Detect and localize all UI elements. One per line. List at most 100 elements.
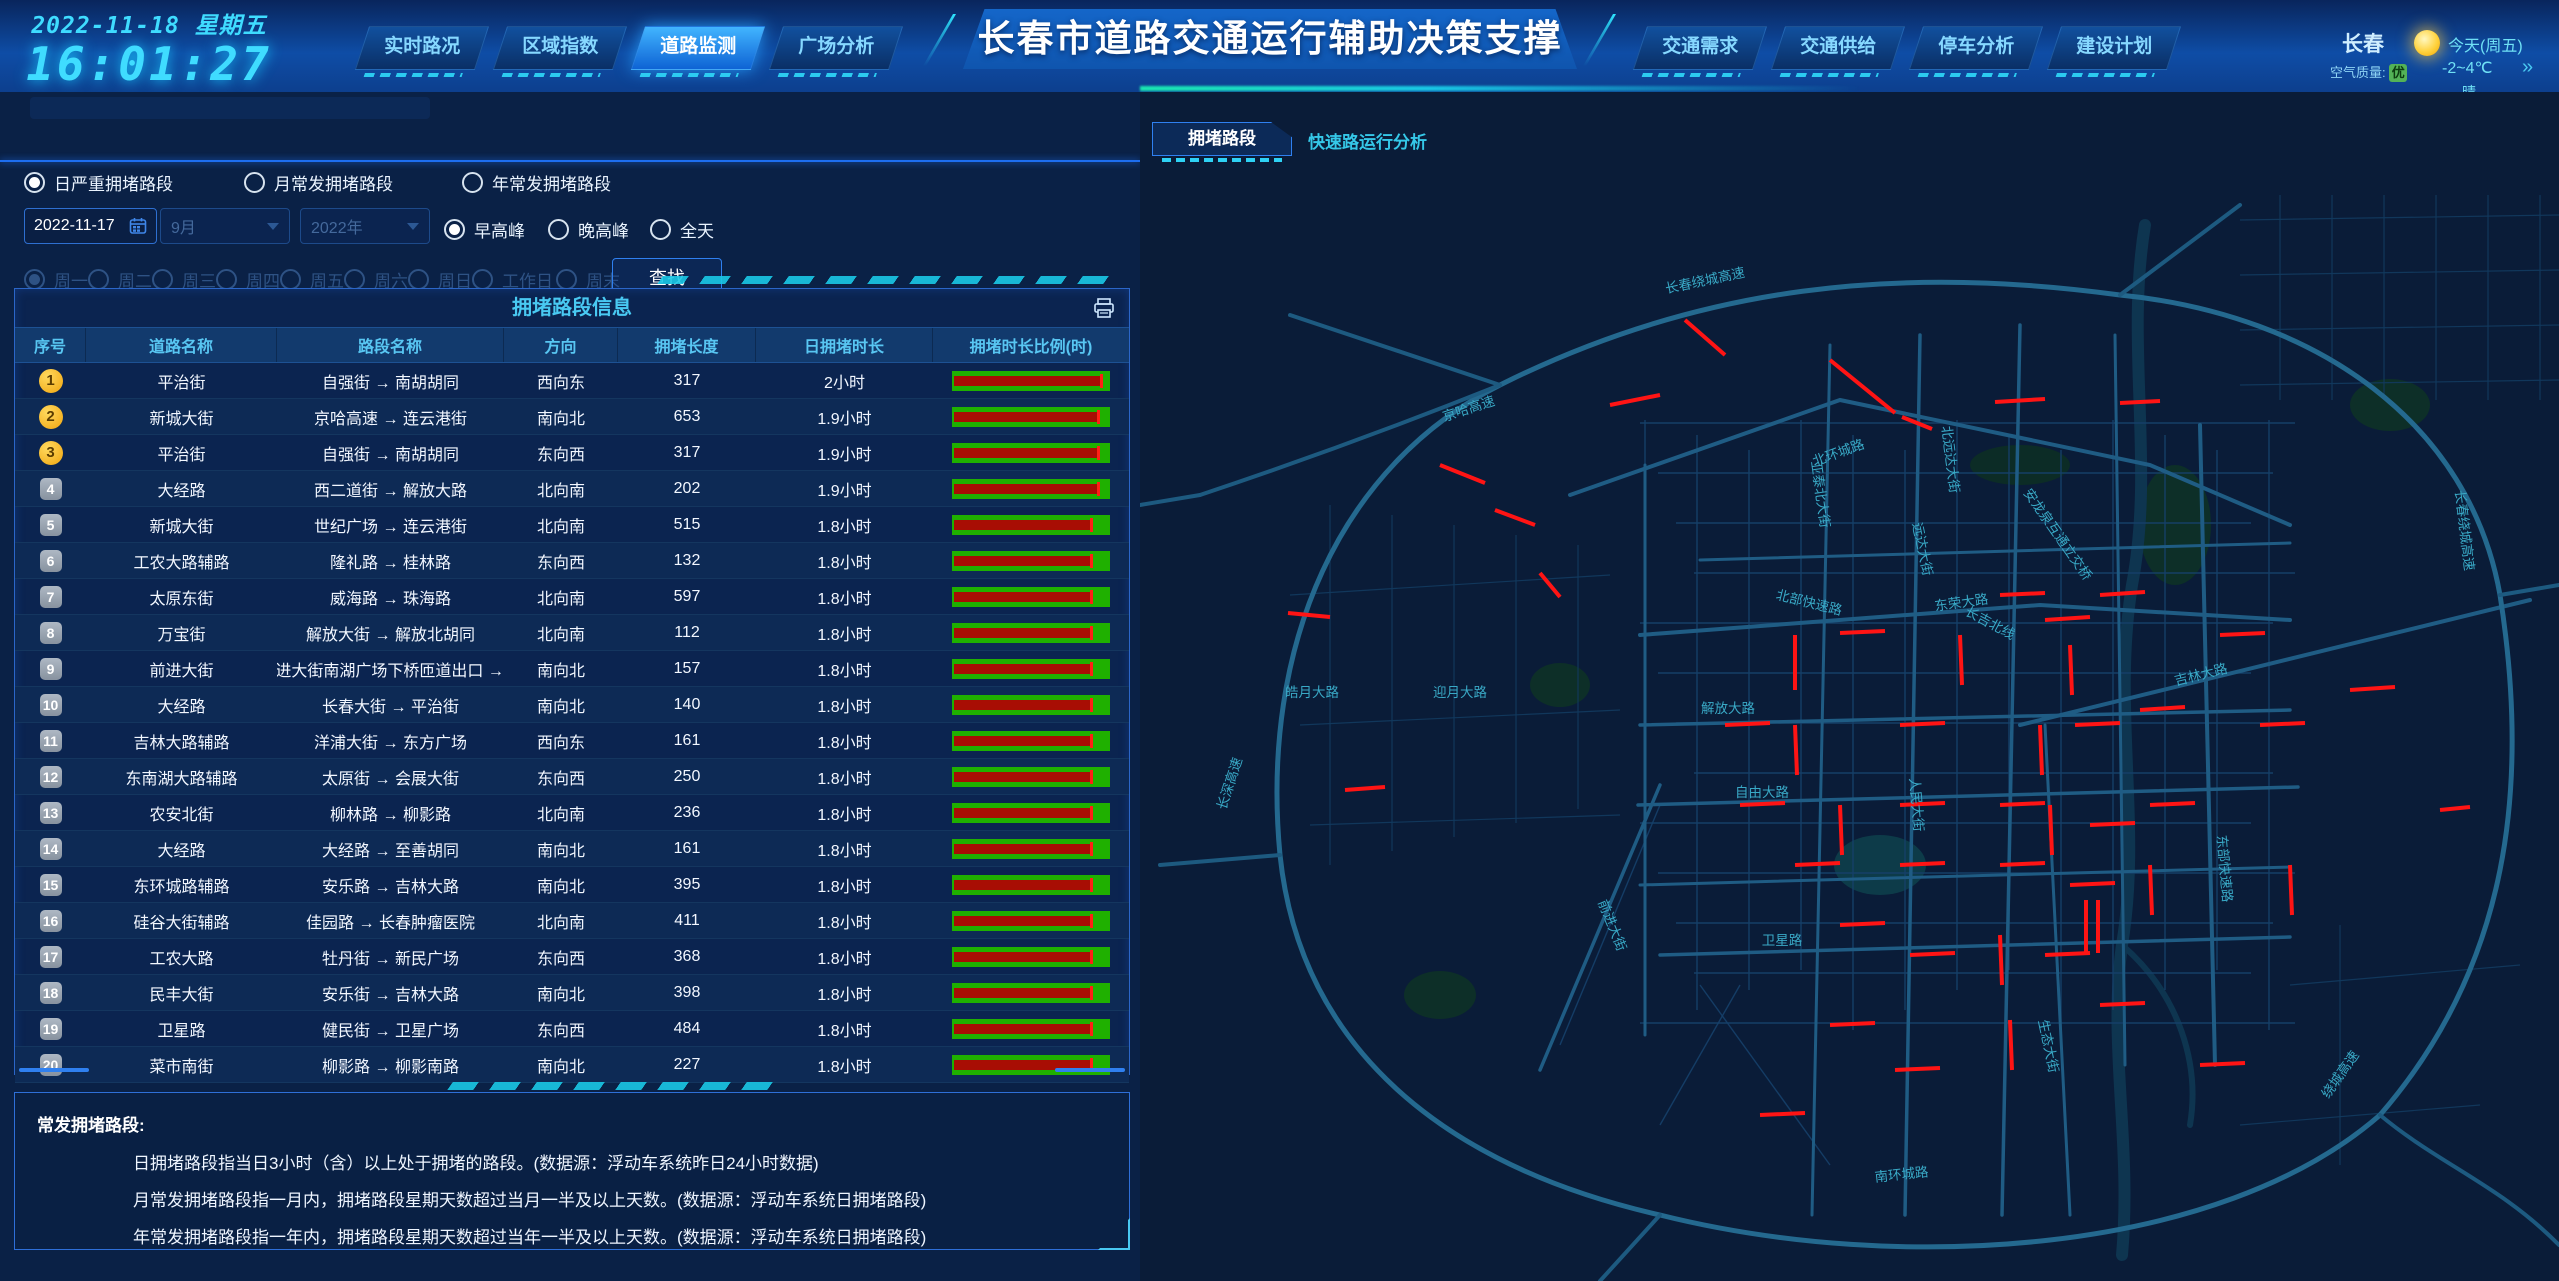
table-row[interactable]: 17工农大路牡丹街 → 新民广场东向西3681.8小时 xyxy=(15,939,1129,975)
nav-tab-交通供给[interactable]: 交通供给 xyxy=(1771,26,1905,70)
table-row[interactable]: 9前进大街前进大街南湖广场下桥匝道出口 → ...南向北1571.8小时 xyxy=(15,651,1129,687)
nav-tab-实时路况[interactable]: 实时路况 xyxy=(355,26,489,70)
radio-period-日严重拥堵路段[interactable]: 日严重拥堵路段 xyxy=(24,170,173,195)
cell-rank: 20 xyxy=(15,1054,86,1076)
date-picker[interactable]: 2022-11-17 xyxy=(24,208,157,244)
weather-more-arrow[interactable]: » xyxy=(2522,56,2533,79)
congestion-segment xyxy=(1900,723,1945,725)
cell-ratio xyxy=(933,911,1129,931)
cell-duration: 1.8小时 xyxy=(756,837,933,861)
table-row[interactable]: 14大经路大经路 → 至善胡同南向北1611.8小时 xyxy=(15,831,1129,867)
table-row[interactable]: 11吉林大路辅路洋浦大街 → 东方广场西向东1611.8小时 xyxy=(15,723,1129,759)
road-label: 南环城路 xyxy=(1874,1164,1930,1185)
radio-peak-全天[interactable]: 全天 xyxy=(650,217,714,242)
ratio-bar-cap xyxy=(1090,842,1093,856)
congestion-ratio-bar xyxy=(952,767,1110,787)
congestion-ratio-bar xyxy=(952,587,1110,607)
printer-icon[interactable] xyxy=(1093,297,1115,319)
table-row[interactable]: 12东南湖大路辅路太原街 → 会展大街东向西2501.8小时 xyxy=(15,759,1129,795)
datetime-block: 2022-11-18 星期五 16:01:27 xyxy=(24,6,274,88)
nav-tab-停车分析[interactable]: 停车分析 xyxy=(1909,26,2043,70)
header-glow-strip xyxy=(1140,86,1860,91)
radio-icon xyxy=(462,172,483,193)
radio-peak-晚高峰[interactable]: 晚高峰 xyxy=(548,217,629,242)
ratio-bar-fill xyxy=(954,664,1093,674)
weather-day: 今天(周五) xyxy=(2448,32,2523,56)
cell-segment: 大经路 → 至善胡同 xyxy=(277,837,504,861)
radio-label: 晚高峰 xyxy=(578,217,629,242)
radio-period-年常发拥堵路段[interactable]: 年常发拥堵路段 xyxy=(462,170,611,195)
month-select[interactable]: 9月 xyxy=(160,208,290,244)
decor-strip xyxy=(30,97,430,119)
table-row[interactable]: 16硅谷大街辅路佳园路 → 长春肿瘤医院北向南4111.8小时 xyxy=(15,903,1129,939)
cell-rank: 10 xyxy=(15,694,86,716)
tab-expressway-analysis[interactable]: 快速路运行分析 xyxy=(1308,128,1427,153)
cell-rank: 17 xyxy=(15,946,86,968)
tab-label: 广场分析 xyxy=(777,27,895,67)
table-row[interactable]: 4大经路西二道街 → 解放大路北向南2021.9小时 xyxy=(15,471,1129,507)
city-traffic-map[interactable]: 北环城路亚泰北大街北远达大街远达大街东荣大路北部快速路长吉北线安龙泉互通立交桥长… xyxy=(1140,165,2559,1281)
congestion-segment xyxy=(2000,593,2045,595)
year-select[interactable]: 2022年 xyxy=(300,208,430,244)
ratio-bar-fill xyxy=(954,736,1093,746)
table-row[interactable]: 1平治街自强街 → 南胡胡同西向东3172小时 xyxy=(15,363,1129,399)
cell-duration: 1.8小时 xyxy=(756,693,933,717)
congestion-ratio-bar xyxy=(952,1019,1110,1039)
congestion-segment xyxy=(1795,863,1840,865)
congestion-segment xyxy=(1960,635,1962,685)
table-row[interactable]: 6工农大路辅路隆礼路 → 桂林路东向西1321.8小时 xyxy=(15,543,1129,579)
scrollbar-hint-right[interactable] xyxy=(1055,1068,1125,1072)
scrollbar-hint-left[interactable] xyxy=(19,1068,89,1072)
ratio-bar-fill xyxy=(954,880,1093,890)
cell-rank: 8 xyxy=(15,622,86,644)
column-header: 序号 xyxy=(15,328,86,362)
congestion-segment xyxy=(2260,723,2305,725)
cell-segment: 太原街 → 会展大街 xyxy=(277,765,504,789)
rank-badge: 15 xyxy=(40,874,62,896)
nav-tab-广场分析[interactable]: 广场分析 xyxy=(769,26,903,70)
congestion-ratio-bar xyxy=(952,875,1110,895)
ratio-bar-cap xyxy=(1090,806,1093,820)
rank-badge: 6 xyxy=(40,550,62,572)
radio-period-月常发拥堵路段[interactable]: 月常发拥堵路段 xyxy=(244,170,393,195)
nav-tab-区域指数[interactable]: 区域指数 xyxy=(493,26,627,70)
tab-congested-segments[interactable]: 拥堵路段 xyxy=(1152,122,1292,156)
table-row[interactable]: 10大经路长春大街 → 平治街南向北1401.8小时 xyxy=(15,687,1129,723)
cell-ratio xyxy=(933,695,1129,715)
nav-tab-建设计划[interactable]: 建设计划 xyxy=(2047,26,2181,70)
street xyxy=(2240,270,2559,275)
ratio-bar-cap xyxy=(1090,698,1093,712)
nav-tab-道路监测[interactable]: 道路监测 xyxy=(631,26,765,70)
cell-ratio xyxy=(933,875,1129,895)
cell-direction: 东向西 xyxy=(504,765,618,789)
table-row[interactable]: 15东环城路辅路安乐路 → 吉林大路南向北3951.8小时 xyxy=(15,867,1129,903)
congestion-ratio-bar xyxy=(952,443,1110,463)
road-label: 长深高速 xyxy=(1213,755,1245,811)
table-row[interactable]: 20菜市南街柳影路 → 柳影南路南向北2271.8小时 xyxy=(15,1047,1129,1083)
table-row[interactable]: 2新城大街京哈高速 → 连云港街南向北6531.9小时 xyxy=(15,399,1129,435)
cell-length: 161 xyxy=(618,840,756,858)
decor-streak xyxy=(1583,14,1616,66)
ratio-bar-fill xyxy=(954,916,1093,926)
table-row[interactable]: 13农安北街柳林路 → 柳影路北向南2361.8小时 xyxy=(15,795,1129,831)
decor-dashes xyxy=(2056,73,2155,77)
table-row[interactable]: 8万宝街解放大街 → 解放北胡同北向南1121.8小时 xyxy=(15,615,1129,651)
table-row[interactable]: 18民丰大街安乐街 → 吉林大路南向北3981.8小时 xyxy=(15,975,1129,1011)
cell-length: 161 xyxy=(618,732,756,750)
radio-peak-早高峰[interactable]: 早高峰 xyxy=(444,217,525,242)
highway xyxy=(1600,1215,1660,1281)
cell-length: 227 xyxy=(618,1056,756,1074)
table-row[interactable]: 7太原东街威海路 → 珠海路北向南5971.8小时 xyxy=(15,579,1129,615)
nav-group-right: 交通需求交通供给停车分析建设计划 xyxy=(1640,26,2174,70)
nav-tab-交通需求[interactable]: 交通需求 xyxy=(1633,26,1767,70)
cell-road: 民丰大街 xyxy=(86,981,277,1005)
table-row[interactable]: 3平治街自强街 → 南胡胡同东向西3171.9小时 xyxy=(15,435,1129,471)
top-header: 2022-11-18 星期五 16:01:27 实时路况区域指数道路监测广场分析… xyxy=(0,0,2559,92)
rank-badge: 8 xyxy=(40,622,62,644)
table-row[interactable]: 5新城大街世纪广场 → 连云港街北向南5151.8小时 xyxy=(15,507,1129,543)
park-area xyxy=(1530,663,1590,707)
congestion-segment xyxy=(2010,1020,2012,1070)
decor-dashes xyxy=(1162,158,1282,162)
rank-badge: 20 xyxy=(40,1054,62,1076)
table-row[interactable]: 19卫星路健民街 → 卫星广场东向西4841.8小时 xyxy=(15,1011,1129,1047)
